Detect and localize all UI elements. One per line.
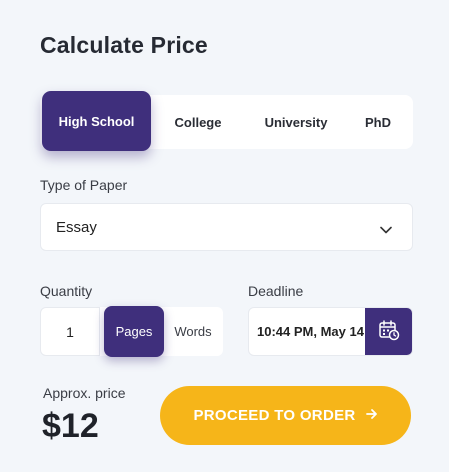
arrow-right-icon xyxy=(365,407,378,424)
level-high-school[interactable]: High School xyxy=(42,91,151,151)
calendar-button[interactable] xyxy=(365,308,412,355)
quantity-input[interactable] xyxy=(40,307,100,356)
level-phd[interactable]: PhD xyxy=(354,95,402,149)
proceed-to-order-button[interactable]: PROCEED TO ORDER xyxy=(160,386,411,445)
level-university[interactable]: University xyxy=(248,95,344,149)
paper-type-select[interactable]: Essay xyxy=(40,203,413,251)
paper-type-value: Essay xyxy=(56,218,97,236)
page-title: Calculate Price xyxy=(40,32,208,58)
quantity-unit-toggle: Pages Words xyxy=(100,306,223,357)
level-college[interactable]: College xyxy=(158,95,238,149)
deadline-picker[interactable]: 10:44 PM, May 14 xyxy=(248,307,413,356)
price-value: $12 xyxy=(42,407,99,445)
paper-type-label: Type of Paper xyxy=(40,177,128,193)
quantity-label: Quantity xyxy=(40,283,93,299)
academic-level-selector: High School College University PhD xyxy=(40,91,413,151)
approx-price-label: Approx. price xyxy=(43,385,126,401)
chevron-down-icon xyxy=(380,221,392,238)
unit-words[interactable]: Words xyxy=(166,307,220,356)
deadline-label: Deadline xyxy=(248,283,304,299)
proceed-button-label: PROCEED TO ORDER xyxy=(193,407,356,424)
calendar-clock-icon xyxy=(378,319,400,344)
unit-pages[interactable]: Pages xyxy=(104,306,164,357)
deadline-value: 10:44 PM, May 14 xyxy=(257,324,364,339)
